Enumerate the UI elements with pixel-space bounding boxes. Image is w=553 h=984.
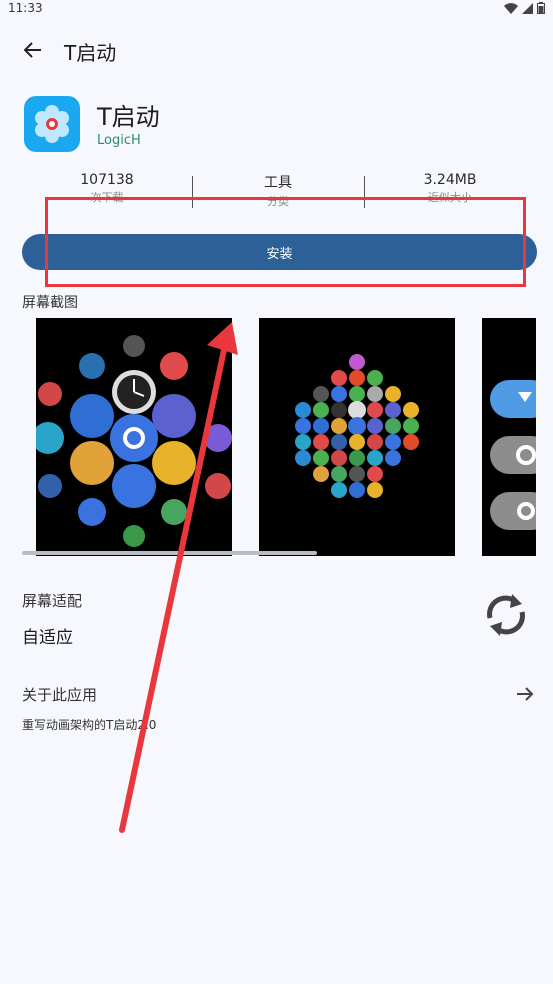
screenshots-scrollbar[interactable] xyxy=(22,551,317,555)
signal-icon xyxy=(522,2,533,14)
sync-icon xyxy=(487,594,525,636)
screen-adaptation-value: 自适应 xyxy=(22,628,73,648)
status-time: 11:33 xyxy=(8,1,43,15)
app-name: T启动 xyxy=(97,103,160,131)
screenshot-3[interactable] xyxy=(482,318,536,556)
developer-link[interactable]: LogicH xyxy=(97,133,141,148)
wifi-icon xyxy=(504,2,518,14)
page-title: T启动 xyxy=(64,41,117,65)
screen-adaptation-label: 屏幕适配 xyxy=(22,592,83,610)
highlight-box xyxy=(45,197,526,287)
screenshot-1[interactable] xyxy=(36,318,232,556)
stat-value: 工具 xyxy=(264,175,292,191)
status-icons xyxy=(504,2,545,14)
screenshot-2[interactable] xyxy=(259,318,455,556)
stat-value: 107138 xyxy=(80,172,134,188)
stat-value: 3.24MB xyxy=(423,172,477,188)
about-app-description: 重写动画架构的T启动2.0 xyxy=(22,718,157,732)
app-icon xyxy=(24,96,80,152)
arrow-right-icon xyxy=(517,687,534,701)
about-app-label: 关于此应用 xyxy=(22,686,98,704)
arrow-left-icon xyxy=(24,42,41,58)
about-app-row[interactable]: 关于此应用 xyxy=(22,684,537,708)
top-bar: T启动 xyxy=(0,28,553,72)
battery-icon xyxy=(537,2,545,14)
back-button[interactable] xyxy=(18,36,48,64)
status-bar: 11:33 xyxy=(0,0,553,18)
screenshots-title: 屏幕截图 xyxy=(22,295,78,311)
